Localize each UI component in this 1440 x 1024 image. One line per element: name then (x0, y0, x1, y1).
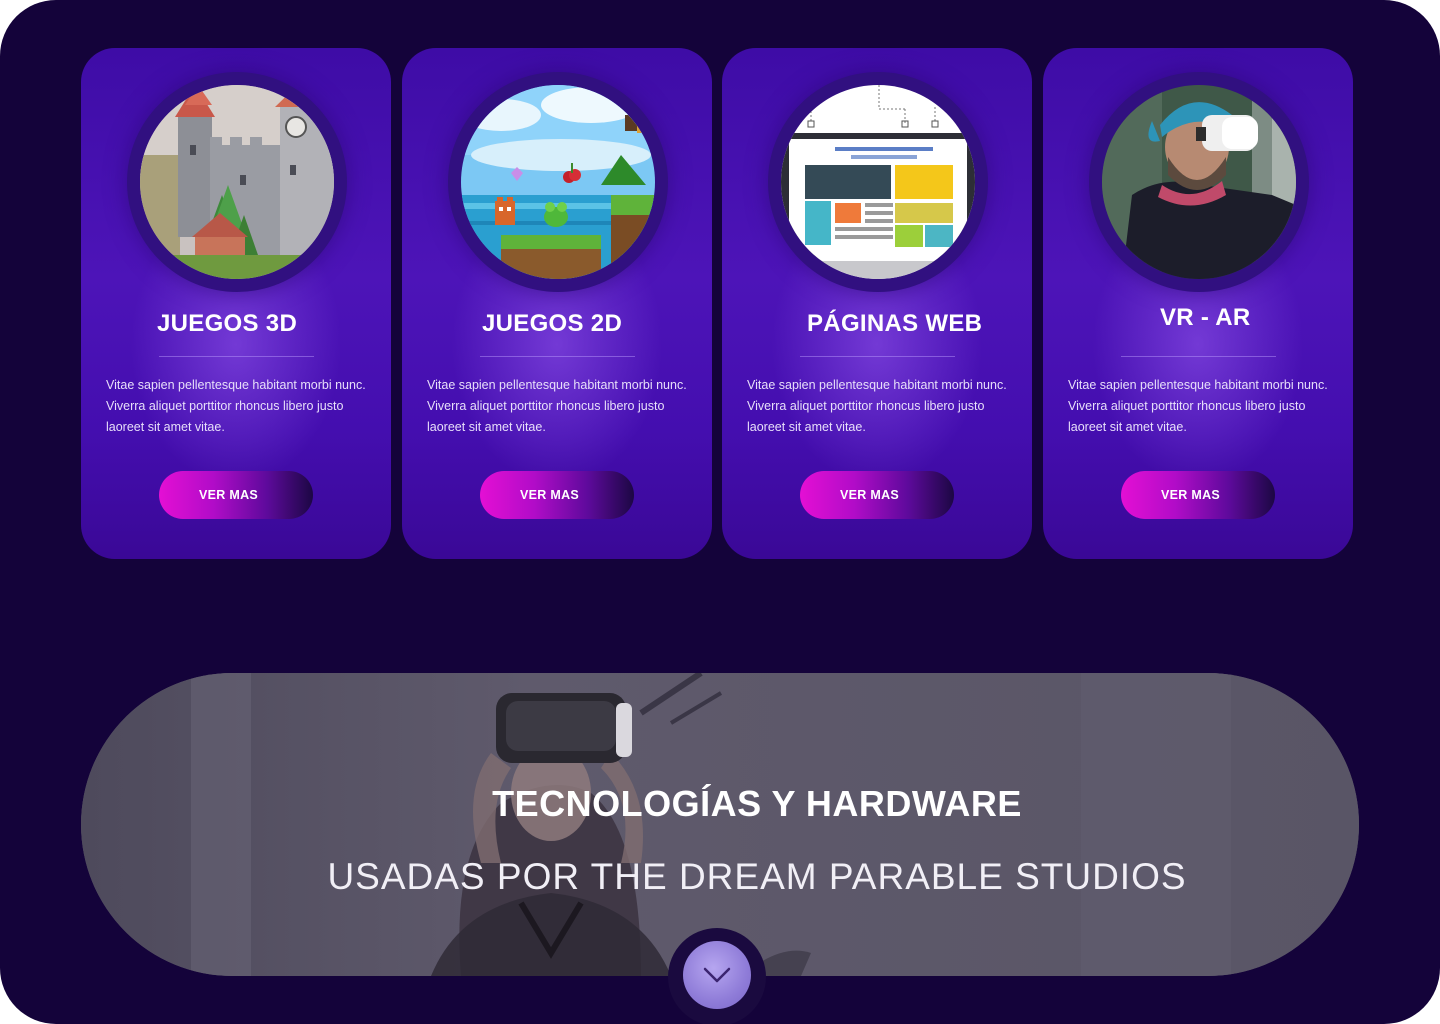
website-wireframe-image (781, 85, 975, 279)
card-title: VR - AR (1160, 304, 1251, 331)
service-card-juegos-2d: JUEGOS 2D Vitae sapien pellentesque habi… (402, 48, 712, 559)
banner-title: TECNOLOGÍAS Y HARDWARE (492, 783, 1022, 824)
card-image-ring (448, 72, 668, 292)
card-image-ring (1089, 72, 1309, 292)
service-card-juegos-3d: JUEGOS 3D Vitae sapien pellentesque habi… (81, 48, 391, 559)
service-card-paginas-web: PÁGINAS WEB Vitae sapien pellentesque ha… (722, 48, 1032, 559)
ver-mas-button[interactable]: VER MAS (159, 471, 313, 519)
castle-3d-image (140, 85, 334, 279)
card-description: Vitae sapien pellentesque habitant morbi… (747, 378, 1007, 434)
card-image-ring (768, 72, 988, 292)
ver-mas-button[interactable]: VER MAS (1121, 471, 1275, 519)
card-divider (480, 356, 635, 357)
card-title: JUEGOS 2D (482, 310, 623, 337)
card-image-ring (127, 72, 347, 292)
man-vr-headset-image (1102, 85, 1296, 279)
ver-mas-button[interactable]: VER MAS (480, 471, 634, 519)
card-divider (159, 356, 314, 357)
card-title: JUEGOS 3D (157, 310, 298, 337)
service-card-vr-ar: VR - AR Vitae sapien pellentesque habita… (1043, 48, 1353, 559)
scroll-down-button[interactable] (683, 941, 751, 1009)
card-description: Vitae sapien pellentesque habitant morbi… (1068, 378, 1328, 434)
page-frame: JUEGOS 3D Vitae sapien pellentesque habi… (0, 0, 1440, 1024)
chevron-down-icon (700, 965, 734, 985)
card-divider (1121, 356, 1276, 357)
card-description: Vitae sapien pellentesque habitant morbi… (106, 378, 366, 434)
card-divider (800, 356, 955, 357)
card-title: PÁGINAS WEB (807, 310, 983, 337)
ver-mas-button[interactable]: VER MAS (800, 471, 954, 519)
banner-subtitle: USADAS POR THE DREAM PARABLE STUDIOS (327, 856, 1187, 897)
card-description: Vitae sapien pellentesque habitant morbi… (427, 378, 687, 434)
pixel-platformer-image (461, 85, 655, 279)
